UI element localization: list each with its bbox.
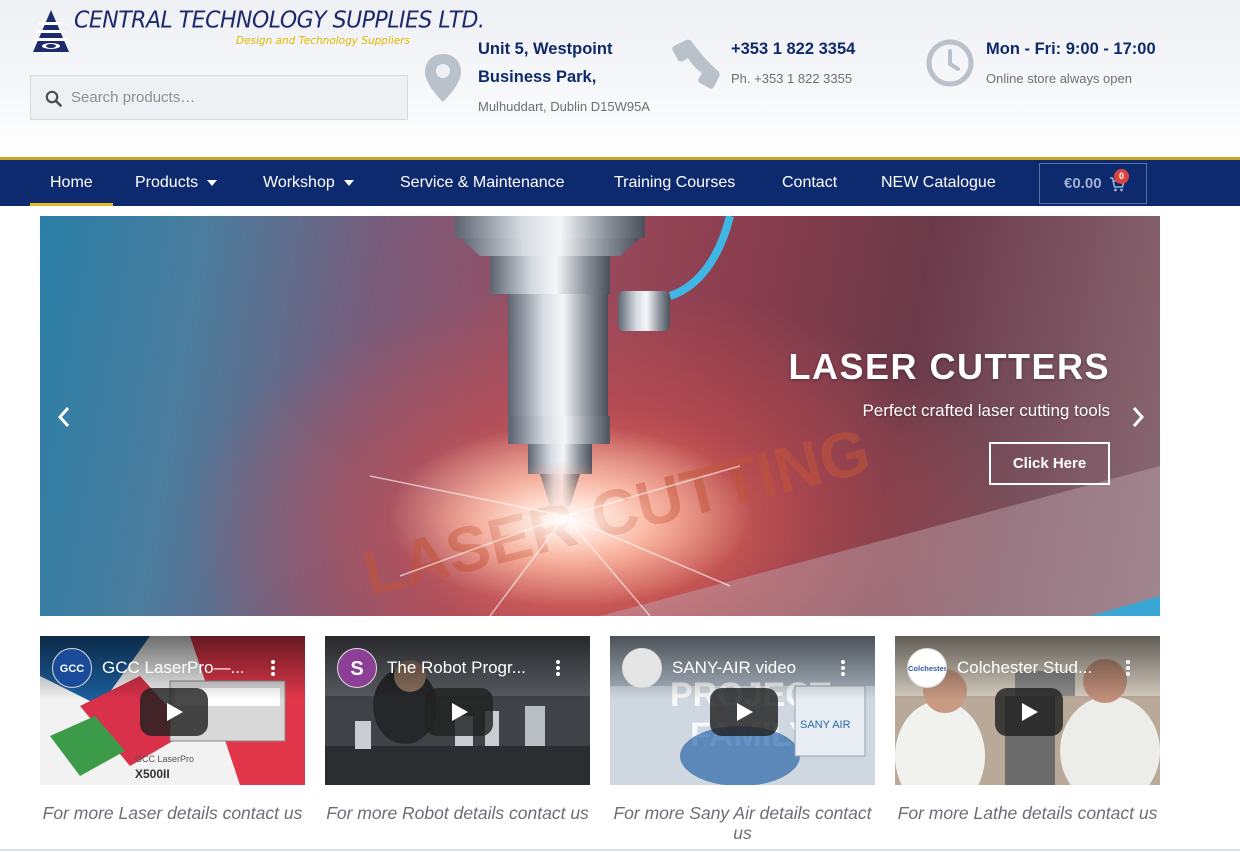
hero-click-here-button[interactable]: Click Here <box>989 442 1110 485</box>
cart-button[interactable]: €0.00 0 <box>1039 163 1147 204</box>
phone-block: +353 1 822 3354 Ph. +353 1 822 3355 <box>668 38 898 98</box>
nav-training-label: Training Courses <box>614 174 736 191</box>
nav-service-maintenance[interactable]: Service & Maintenance <box>400 160 565 206</box>
address-line-3: Mulhuddart, Dublin D15W95A <box>478 99 650 114</box>
site-logo[interactable]: CENTRAL TECHNOLOGY SUPPLIES LTD. Design … <box>30 7 485 58</box>
nav-home-label: Home <box>50 174 93 191</box>
nav-service-label: Service & Maintenance <box>400 174 565 191</box>
video-caption-robot: For more Robot details contact us <box>326 803 589 823</box>
play-button-icon[interactable] <box>710 688 778 736</box>
svg-text:X500II: X500II <box>135 767 170 781</box>
site-header: CENTRAL TECHNOLOGY SUPPLIES LTD. Design … <box>0 0 1240 157</box>
search-icon[interactable] <box>45 90 62 107</box>
video-robot-programme[interactable]: S The Robot Progr... <box>325 636 590 785</box>
channel-avatar[interactable]: GCC <box>52 648 92 688</box>
caret-down-icon <box>343 179 354 186</box>
chevron-right-icon[interactable] <box>1128 404 1148 430</box>
channel-avatar[interactable]: S <box>337 648 377 688</box>
hero-subtitle: Perfect crafted laser cutting tools <box>862 401 1110 420</box>
nav-workshop-label: Workshop <box>263 174 335 191</box>
caret-down-icon <box>207 179 218 186</box>
opening-hours: Mon - Fri: 9:00 - 17:00 <box>986 40 1156 58</box>
chevron-left-icon[interactable] <box>54 404 74 430</box>
search-input[interactable] <box>71 76 401 119</box>
nav-contact-label: Contact <box>782 174 838 191</box>
video-colchester-student[interactable]: Colchester Colchester Stud... <box>895 636 1160 785</box>
nav-products[interactable]: Products <box>135 160 218 206</box>
video-caption-sany-air: For more Sany Air details contact us <box>613 803 872 843</box>
video-title[interactable]: GCC LaserPro—... <box>102 658 267 678</box>
nav-workshop[interactable]: Workshop <box>263 160 354 206</box>
clock-icon <box>926 39 974 87</box>
more-options-icon[interactable] <box>271 660 275 678</box>
video-title[interactable]: Colchester Stud... <box>957 658 1122 678</box>
channel-avatar[interactable]: Colchester <box>907 648 947 688</box>
hours-block: Mon - Fri: 9:00 - 17:00 Online store alw… <box>923 38 1183 98</box>
product-search <box>30 75 408 120</box>
address-block: Unit 5, Westpoint Business Park, Mulhudd… <box>420 38 660 118</box>
nav-training-courses[interactable]: Training Courses <box>614 160 735 206</box>
video-caption-lathe: For more Lathe details contact us <box>897 803 1158 823</box>
logo-tagline: Design and Technology Suppliers <box>236 35 411 47</box>
map-pin-icon <box>425 54 461 102</box>
nav-contact[interactable]: Contact <box>782 160 837 206</box>
nav-catalogue-label: NEW Catalogue <box>881 174 996 191</box>
logo-pyramid-icon <box>33 10 69 52</box>
address-line-2: Business Park, <box>478 68 597 86</box>
channel-avatar[interactable] <box>622 648 662 688</box>
phone-primary[interactable]: +353 1 822 3354 <box>731 40 855 59</box>
play-button-icon[interactable] <box>995 688 1063 736</box>
nav-products-label: Products <box>135 174 199 191</box>
nav-new-catalogue[interactable]: NEW Catalogue <box>881 160 996 206</box>
play-button-icon[interactable] <box>425 688 493 736</box>
page-divider <box>0 849 1240 851</box>
video-gcc-laserpro[interactable]: GCC LaserPro X500II GCC GCC LaserPro—... <box>40 636 305 785</box>
video-caption-laser: For more Laser details contact us <box>42 803 303 823</box>
phone-icon <box>672 39 720 89</box>
video-title[interactable]: SANY-AIR video <box>672 658 837 678</box>
video-sany-air[interactable]: PROJECT FAMILY SANY AIR SANY-AIR video <box>610 636 875 785</box>
play-button-icon[interactable] <box>140 688 208 736</box>
more-options-icon[interactable] <box>556 660 560 678</box>
cart-count-badge: 0 <box>1114 169 1129 184</box>
main-navigation: Home Products Workshop Service & Mainten… <box>0 160 1240 206</box>
hero-slider: LASER CUTTING LASER CUTTERS Perfect craf… <box>40 216 1160 616</box>
video-title[interactable]: The Robot Progr... <box>387 658 552 678</box>
svg-text:GCC LaserPro: GCC LaserPro <box>135 754 194 764</box>
online-store-note: Online store always open <box>986 71 1132 86</box>
logo-company-name: CENTRAL TECHNOLOGY SUPPLIES LTD. <box>74 7 485 34</box>
hero-title: LASER CUTTERS <box>788 346 1110 387</box>
address-line-1: Unit 5, Westpoint <box>478 40 613 58</box>
nav-home[interactable]: Home <box>30 160 113 206</box>
phone-secondary: Ph. +353 1 822 3355 <box>731 71 853 86</box>
svg-text:SANY AIR: SANY AIR <box>800 719 851 731</box>
cart-amount: €0.00 <box>1064 175 1102 192</box>
more-options-icon[interactable] <box>1126 660 1130 678</box>
more-options-icon[interactable] <box>841 660 845 678</box>
